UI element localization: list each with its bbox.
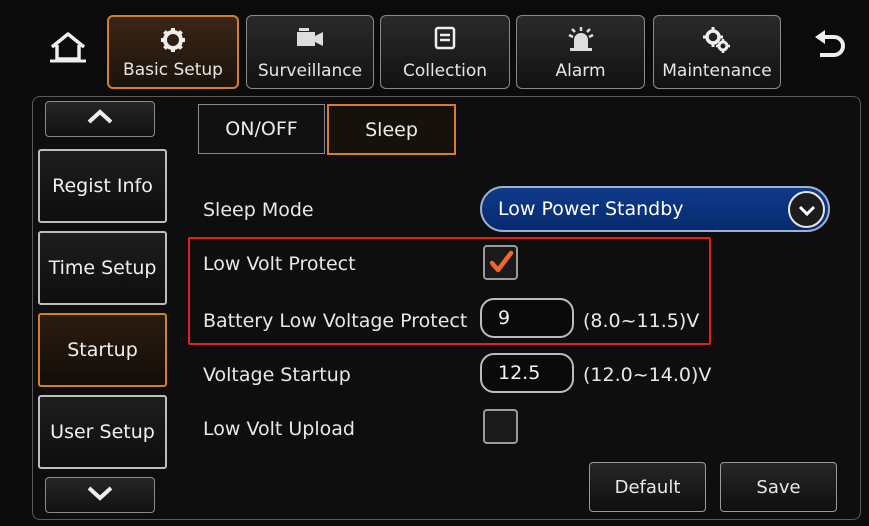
low-volt-protect-checkbox[interactable]: [483, 245, 518, 280]
gear-icon: [160, 27, 186, 57]
tab-alarm-label: Alarm: [555, 61, 606, 81]
voltage-startup-label: Voltage Startup: [203, 364, 351, 386]
tab-sleep-label: Sleep: [365, 118, 418, 141]
sidebar-item-user-setup[interactable]: User Setup: [38, 395, 167, 469]
home-button[interactable]: [33, 11, 103, 85]
alarm-light-icon: [566, 26, 596, 56]
save-button[interactable]: Save: [720, 462, 837, 512]
scroll-down-button[interactable]: [45, 477, 155, 513]
tab-surveillance[interactable]: Surveillance: [246, 15, 374, 89]
default-button-label: Default: [614, 476, 681, 498]
sidebar-item-regist-info[interactable]: Regist Info: [38, 149, 167, 223]
sidebar-item-startup[interactable]: Startup: [38, 313, 167, 387]
tab-on-off-label: ON/OFF: [225, 118, 298, 140]
tab-basic-setup[interactable]: Basic Setup: [107, 15, 239, 89]
back-button[interactable]: [797, 11, 863, 85]
checkmark-icon: [488, 249, 514, 279]
tab-on-off[interactable]: ON/OFF: [198, 104, 325, 154]
save-button-label: Save: [756, 476, 801, 498]
document-icon: [434, 26, 456, 54]
tab-surveillance-label: Surveillance: [257, 61, 363, 81]
tab-maintenance[interactable]: Maintenance: [653, 15, 781, 89]
sidebar-item-label: Time Setup: [48, 257, 157, 279]
low-volt-protect-label: Low Volt Protect: [203, 253, 356, 275]
tab-maintenance-label: Maintenance: [662, 61, 772, 81]
low-volt-upload-checkbox[interactable]: [483, 409, 518, 444]
chevron-down-icon[interactable]: [788, 191, 825, 228]
sidebar-item-label: User Setup: [50, 421, 155, 443]
tab-basic-setup-label: Basic Setup: [123, 60, 223, 80]
chevron-up-icon: [86, 109, 114, 129]
video-camera-icon: [295, 26, 325, 54]
chevron-down-icon: [86, 485, 114, 505]
tab-collection-label: Collection: [402, 61, 488, 81]
sidebar-item-label: Startup: [67, 339, 138, 361]
scroll-up-button[interactable]: [45, 101, 155, 137]
battery-low-voltage-input[interactable]: 9: [480, 298, 574, 338]
voltage-startup-input[interactable]: 12.5: [480, 353, 574, 393]
sleep-mode-value: Low Power Standby: [498, 198, 684, 220]
battery-low-voltage-label: Battery Low Voltage Protect: [203, 310, 468, 332]
tab-alarm[interactable]: Alarm: [516, 15, 645, 89]
home-icon: [48, 31, 88, 67]
low-volt-upload-label: Low Volt Upload: [203, 418, 355, 440]
sleep-mode-select[interactable]: Low Power Standby: [480, 186, 830, 232]
tab-sleep[interactable]: Sleep: [327, 104, 456, 155]
battery-low-voltage-range: (8.0~11.5)V: [583, 310, 700, 332]
back-arrow-icon: [812, 29, 848, 65]
sidebar-item-label: Regist Info: [52, 175, 153, 197]
voltage-startup-range: (12.0~14.0)V: [583, 364, 712, 386]
default-button[interactable]: Default: [589, 462, 706, 512]
tab-collection[interactable]: Collection: [380, 15, 510, 89]
sidebar-item-time-setup[interactable]: Time Setup: [38, 231, 167, 305]
sleep-mode-label: Sleep Mode: [203, 199, 314, 221]
gears-icon: [702, 26, 732, 58]
